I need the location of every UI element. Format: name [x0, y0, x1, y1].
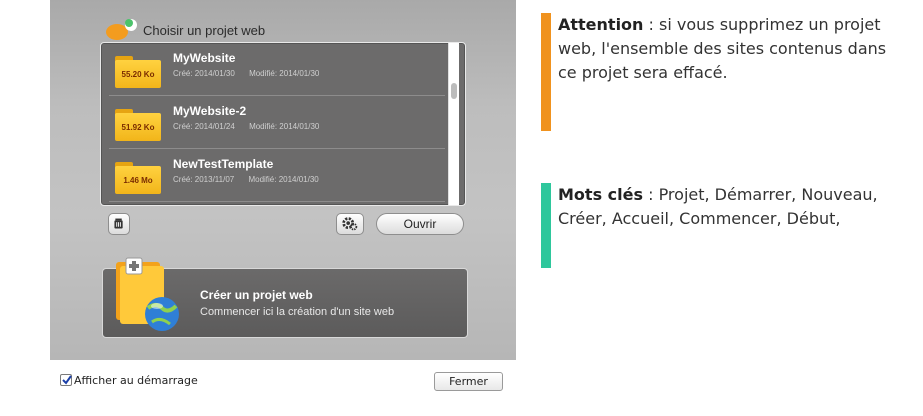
folder-icon: 55.20 Ko: [115, 56, 161, 88]
project-size: 1.46 Mo: [123, 176, 153, 185]
project-dates: Créé: 2014/01/30 Modifié: 2014/01/30: [173, 69, 331, 78]
gear-icon: [342, 217, 358, 231]
folder-icon: 51.92 Ko: [115, 109, 161, 141]
scroll-thumb[interactable]: [451, 83, 457, 99]
dialog-title: Choisir un projet web: [143, 23, 266, 38]
settings-button[interactable]: [336, 213, 364, 235]
project-size: 51.92 Ko: [121, 123, 155, 132]
project-created: Créé: 2014/01/24: [173, 122, 235, 131]
show-at-startup-label: Afficher au démarrage: [74, 374, 198, 387]
project-name: NewTestTemplate: [173, 157, 274, 171]
folder-icon: 1.46 Mo: [115, 162, 161, 194]
keywords-heading: Mots clés: [558, 185, 643, 204]
project-modified: Modifié: 2014/01/30: [249, 69, 320, 78]
trash-icon: [114, 218, 123, 229]
callout-accent-bar: [541, 183, 551, 268]
project-list[interactable]: 55.20 Ko MyWebsite Créé: 2014/01/30 Modi…: [100, 42, 466, 206]
attention-callout: Attention : si vous supprimez un projet …: [541, 13, 911, 131]
project-name: MyWebsite: [173, 51, 236, 65]
keywords-callout: Mots clés : Projet, Démarrer, Nouveau, C…: [541, 183, 911, 268]
delete-project-button[interactable]: [108, 213, 130, 235]
project-modified: Modifié: 2014/01/30: [248, 175, 319, 184]
project-modified: Modifié: 2014/01/30: [249, 122, 320, 131]
create-project-subtitle: Commencer ici la création d'un site web: [200, 306, 395, 318]
project-size: 55.20 Ko: [121, 70, 155, 79]
project-row[interactable]: 1.46 Mo NewTestTemplate Créé: 2013/11/07…: [109, 149, 445, 202]
project-dates: Créé: 2014/01/24 Modifié: 2014/01/30: [173, 122, 331, 131]
close-button[interactable]: Fermer: [434, 372, 503, 391]
project-row[interactable]: 55.20 Ko MyWebsite Créé: 2014/01/30 Modi…: [109, 43, 445, 96]
check-icon: [62, 375, 72, 385]
project-created: Créé: 2013/11/07: [173, 175, 235, 184]
open-button[interactable]: Ouvrir: [376, 213, 464, 235]
project-created: Créé: 2014/01/30: [173, 69, 235, 78]
app-logo-icon: [106, 19, 137, 40]
create-project-title: Créer un projet web: [200, 288, 313, 302]
new-project-icon: [116, 257, 179, 331]
project-dates: Créé: 2013/11/07 Modifié: 2014/01/30: [173, 175, 331, 184]
list-scrollbar[interactable]: [448, 43, 459, 205]
attention-heading: Attention: [558, 15, 644, 34]
show-at-startup-checkbox[interactable]: [60, 374, 72, 386]
project-name: MyWebsite-2: [173, 104, 247, 118]
callout-accent-bar: [541, 13, 551, 131]
project-row[interactable]: 51.92 Ko MyWebsite-2 Créé: 2014/01/24 Mo…: [109, 96, 445, 149]
